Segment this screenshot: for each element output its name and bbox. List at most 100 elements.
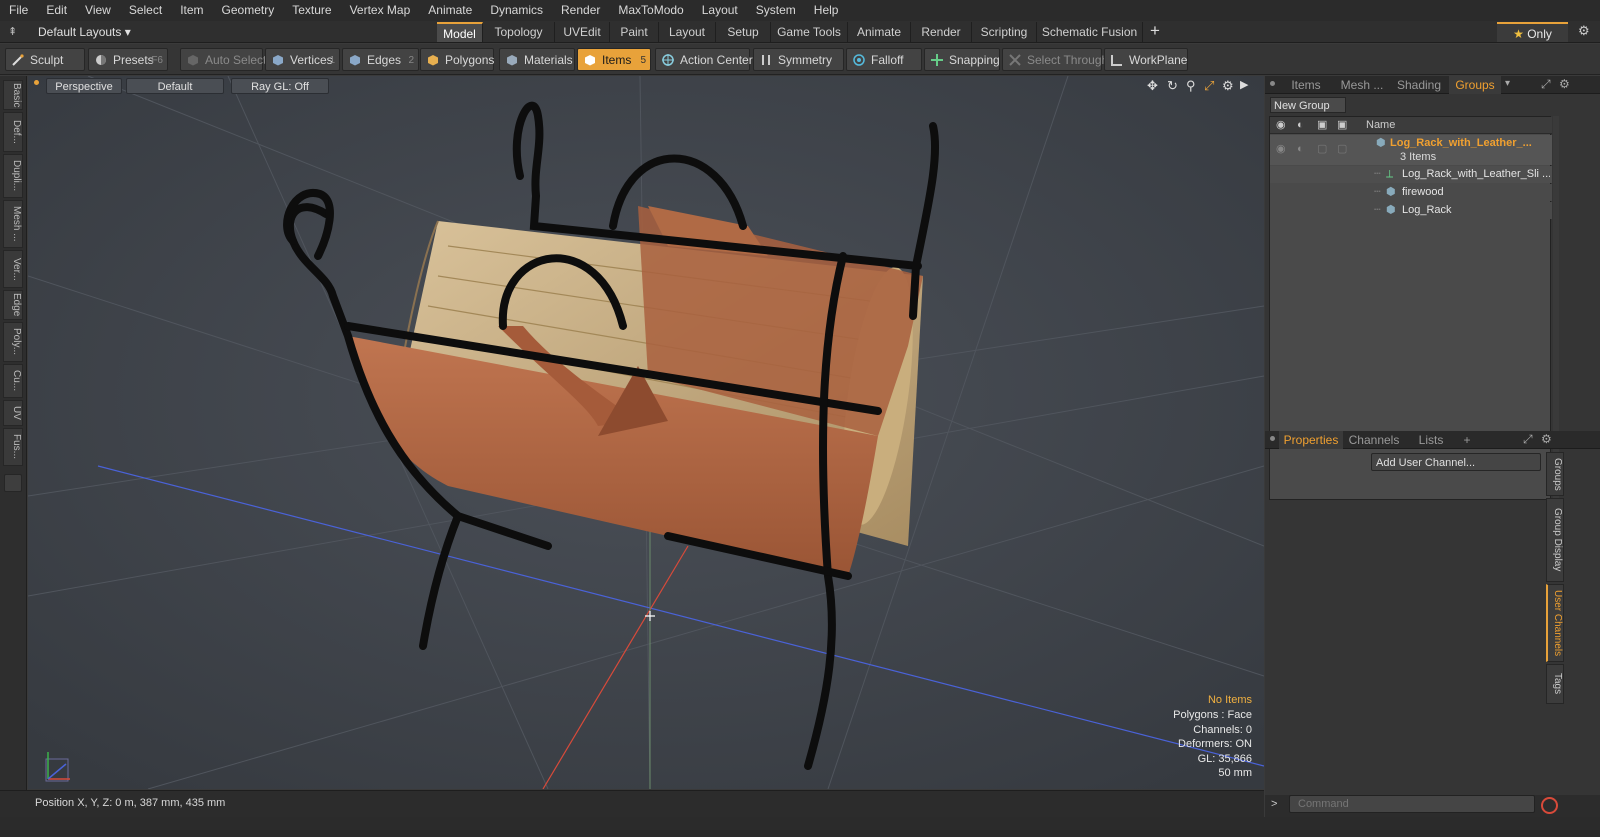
sculpt-button[interactable]: Sculpt	[5, 48, 85, 71]
tree-row-child[interactable]: ┄ ⬢ Log_Rack	[1270, 202, 1552, 219]
tab-scripting[interactable]: Scripting	[972, 22, 1037, 42]
menu-select[interactable]: Select	[120, 0, 171, 21]
presets-button[interactable]: Presets F6	[88, 48, 168, 71]
tab-model[interactable]: Model	[437, 22, 483, 42]
command-input[interactable]	[1289, 795, 1535, 813]
eye-column-icon: ◉	[1276, 119, 1286, 131]
menu-layout[interactable]: Layout	[693, 0, 747, 21]
menu-dynamics[interactable]: Dynamics	[481, 0, 552, 21]
vertices-button[interactable]: Vertices 1	[265, 48, 340, 71]
tab-render[interactable]: Render	[911, 22, 972, 42]
tab-animate[interactable]: Animate	[848, 22, 911, 42]
gear-icon[interactable]: ⚙	[1578, 23, 1590, 39]
tab-paint[interactable]: Paint	[610, 22, 659, 42]
tab-setup[interactable]: Setup	[716, 22, 771, 42]
new-group-button[interactable]: New Group	[1270, 97, 1346, 113]
view-style-button[interactable]: Default	[126, 78, 224, 94]
menu-item[interactable]: Item	[171, 0, 212, 21]
mesh-icon: ⬢	[1386, 186, 1396, 198]
tab-game-tools[interactable]: Game Tools	[771, 22, 848, 42]
menu-help[interactable]: Help	[805, 0, 848, 21]
action-center-button[interactable]: Action Center	[655, 48, 753, 71]
menu-system[interactable]: System	[747, 0, 805, 21]
rotate-view-icon[interactable]: ↻	[1167, 78, 1178, 94]
vtab-tags[interactable]: Tags	[1546, 664, 1564, 704]
tab-uvedit[interactable]: UVEdit	[555, 22, 610, 42]
raygl-button[interactable]: Ray GL: Off	[231, 78, 329, 94]
panel-maximize-icon[interactable]: ⤢	[1541, 77, 1551, 92]
viewport-expand-icon[interactable]: ▶	[1240, 78, 1248, 91]
tree-row-child[interactable]: ┄ ⬢ firewood	[1270, 184, 1552, 201]
layout-selector[interactable]: Default Layouts ▾	[22, 21, 131, 43]
menu-maxtomodo[interactable]: MaxToModo	[609, 0, 692, 21]
auto-select-button[interactable]: Auto Select	[180, 48, 266, 71]
left-tab-vertex[interactable]: Ver...	[3, 250, 23, 288]
tab-mesh[interactable]: Mesh ...	[1335, 76, 1389, 94]
left-tab-polygon[interactable]: Poly...	[3, 322, 23, 362]
tab-schematic-fusion[interactable]: Schematic Fusion	[1037, 22, 1143, 42]
add-panel-tab-button[interactable]: +	[1459, 431, 1475, 449]
left-tab-duplicate[interactable]: Dupli...	[3, 154, 23, 198]
falloff-button[interactable]: Falloff	[846, 48, 922, 71]
menu-file[interactable]: File	[0, 0, 37, 21]
left-tab-edge[interactable]: Edge	[3, 290, 23, 320]
left-tab-mesh[interactable]: Mesh ...	[3, 200, 23, 248]
menu-view[interactable]: View	[76, 0, 120, 21]
tab-groups[interactable]: Groups	[1449, 76, 1501, 94]
add-user-channel-button[interactable]: Add User Channel...	[1371, 453, 1541, 471]
tab-layout[interactable]: Layout	[659, 22, 716, 42]
vtab-group-display[interactable]: Group Display	[1546, 498, 1564, 582]
tabs-dropdown-icon[interactable]: ▾	[1505, 78, 1510, 89]
record-icon[interactable]	[1541, 797, 1558, 814]
select-through-button[interactable]: Select Through	[1002, 48, 1108, 71]
workplane-button[interactable]: WorkPlane	[1104, 48, 1188, 71]
tab-shading[interactable]: Shading	[1391, 76, 1447, 94]
left-strip-toggle-button[interactable]	[4, 474, 22, 492]
tab-items[interactable]: Items	[1279, 76, 1333, 94]
visibility-icon[interactable]: ◉	[1276, 141, 1286, 158]
only-button[interactable]: ★ Only	[1497, 22, 1568, 42]
tab-channels[interactable]: Channels	[1345, 431, 1403, 449]
add-tab-button[interactable]: +	[1150, 21, 1160, 41]
fit-view-icon[interactable]: ⤢	[1204, 78, 1214, 94]
items-button[interactable]: Items 5	[577, 48, 651, 71]
left-tab-curve[interactable]: Cu...	[3, 364, 23, 398]
tab-properties[interactable]: Properties	[1279, 431, 1343, 449]
tree-row-child[interactable]: ┄ ⟂ Log_Rack_with_Leather_Sli ...	[1270, 166, 1552, 183]
materials-button[interactable]: Materials	[499, 48, 575, 71]
tab-topology[interactable]: Topology	[483, 22, 555, 42]
panel-settings-icon[interactable]: ⚙	[1559, 77, 1570, 91]
view-perspective-button[interactable]: Perspective	[46, 78, 122, 94]
collapse-icon[interactable]: ⇞	[8, 25, 17, 38]
vtab-user-channels[interactable]: User Channels	[1546, 584, 1564, 662]
menu-animate[interactable]: Animate	[419, 0, 481, 21]
left-tab-deform[interactable]: Def...	[3, 112, 23, 152]
panel-maximize-icon[interactable]: ⤢	[1523, 432, 1533, 447]
left-tab-fusion[interactable]: Fus...	[3, 428, 23, 466]
snapping-button[interactable]: Snapping	[924, 48, 1000, 71]
select-toggle-icon[interactable]: ▢	[1337, 141, 1347, 158]
menu-edit[interactable]: Edit	[37, 0, 76, 21]
menu-texture[interactable]: Texture	[283, 0, 340, 21]
panel-dot-icon	[1270, 81, 1275, 86]
zoom-view-icon[interactable]: ⚲	[1186, 78, 1196, 94]
menu-bar: File Edit View Select Item Geometry Text…	[0, 0, 1600, 21]
viewport-settings-icon[interactable]: ⚙	[1222, 78, 1234, 94]
tab-lists[interactable]: Lists	[1405, 431, 1457, 449]
symmetry-button[interactable]: Symmetry	[753, 48, 844, 71]
vtab-groups[interactable]: Groups	[1546, 452, 1564, 496]
lock-toggle-icon[interactable]: ▢	[1317, 141, 1327, 158]
left-tab-uv[interactable]: UV	[3, 400, 23, 426]
edges-button[interactable]: Edges 2	[342, 48, 419, 71]
menu-vertex-map[interactable]: Vertex Map	[341, 0, 420, 21]
move-view-icon[interactable]: ✥	[1147, 78, 1158, 94]
tree-row-root[interactable]: ◉ ◐ ▢ ▢ ⬢ Log_Rack_with_Leather_... 3 It…	[1270, 135, 1552, 165]
polygons-button[interactable]: Polygons	[420, 48, 494, 71]
star-icon: ★	[1513, 27, 1528, 41]
menu-geometry[interactable]: Geometry	[213, 0, 284, 21]
menu-render[interactable]: Render	[552, 0, 609, 21]
left-tab-basic[interactable]: Basic	[3, 80, 23, 110]
3d-viewport[interactable]: Perspective Default Ray GL: Off ✥ ↻ ⚲ ⤢ …	[28, 76, 1264, 789]
panel-settings-icon[interactable]: ⚙	[1541, 432, 1552, 446]
render-toggle-icon[interactable]: ◐	[1297, 141, 1304, 158]
